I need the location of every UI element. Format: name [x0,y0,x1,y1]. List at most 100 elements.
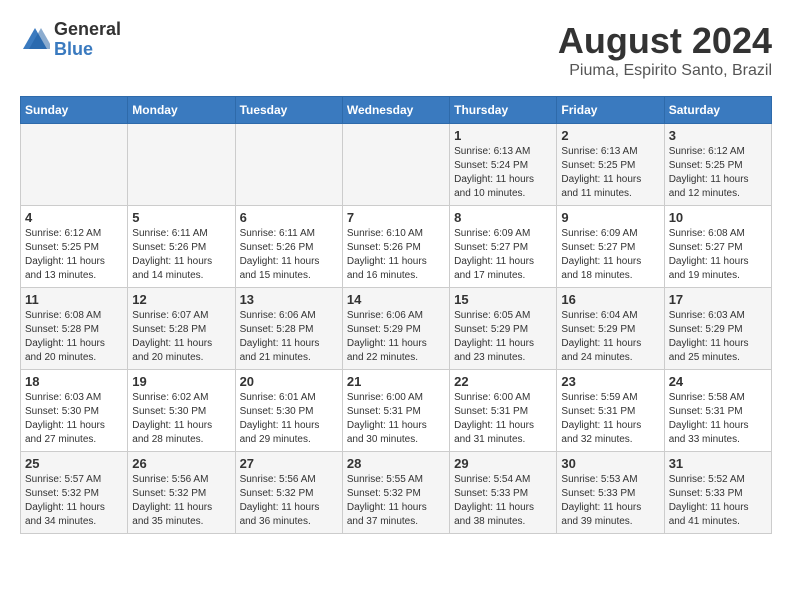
day-info: Sunrise: 5:57 AM Sunset: 5:32 PM Dayligh… [25,473,123,529]
day-number: 25 [25,456,123,471]
page-header: General Blue August 2024 Piuma, Espirito… [20,20,772,80]
day-info: Sunrise: 6:06 AM Sunset: 5:28 PM Dayligh… [240,309,338,365]
calendar-cell: 14 Sunrise: 6:06 AM Sunset: 5:29 PM Dayli… [342,288,449,370]
calendar-cell: 25 Sunrise: 5:57 AM Sunset: 5:32 PM Dayli… [21,452,128,534]
day-number: 17 [669,292,767,307]
day-info: Sunrise: 6:08 AM Sunset: 5:28 PM Dayligh… [25,309,123,365]
day-number: 30 [561,456,659,471]
day-info: Sunrise: 5:53 AM Sunset: 5:33 PM Dayligh… [561,473,659,529]
calendar-cell: 19 Sunrise: 6:02 AM Sunset: 5:30 PM Dayli… [128,370,235,452]
day-number: 5 [132,210,230,225]
header-cell-monday: Monday [128,97,235,124]
day-number: 23 [561,374,659,389]
day-info: Sunrise: 6:01 AM Sunset: 5:30 PM Dayligh… [240,391,338,447]
logo: General Blue [20,20,121,60]
calendar-cell: 31 Sunrise: 5:52 AM Sunset: 5:33 PM Dayli… [664,452,771,534]
header-cell-wednesday: Wednesday [342,97,449,124]
day-number: 8 [454,210,552,225]
calendar-cell [128,124,235,206]
day-number: 21 [347,374,445,389]
week-row-0: 1 Sunrise: 6:13 AM Sunset: 5:24 PM Daylig… [21,124,772,206]
calendar-cell: 15 Sunrise: 6:05 AM Sunset: 5:29 PM Dayli… [450,288,557,370]
calendar-cell: 18 Sunrise: 6:03 AM Sunset: 5:30 PM Dayli… [21,370,128,452]
calendar-cell: 5Sunrise: 6:11 AM Sunset: 5:26 PM Daylig… [128,206,235,288]
day-info: Sunrise: 6:13 AM Sunset: 5:24 PM Dayligh… [454,145,552,201]
calendar-cell: 22Sunrise: 6:00 AM Sunset: 5:31 PM Dayli… [450,370,557,452]
calendar-cell: 29 Sunrise: 5:54 AM Sunset: 5:33 PM Dayli… [450,452,557,534]
calendar-cell: 1 Sunrise: 6:13 AM Sunset: 5:24 PM Daylig… [450,124,557,206]
day-number: 11 [25,292,123,307]
day-number: 6 [240,210,338,225]
day-number: 28 [347,456,445,471]
logo-text: General Blue [54,20,121,60]
calendar-cell: 26 Sunrise: 5:56 AM Sunset: 5:32 PM Dayli… [128,452,235,534]
day-info: Sunrise: 5:56 AM Sunset: 5:32 PM Dayligh… [132,473,230,529]
week-row-2: 11 Sunrise: 6:08 AM Sunset: 5:28 PM Dayli… [21,288,772,370]
day-info: Sunrise: 6:03 AM Sunset: 5:30 PM Dayligh… [25,391,123,447]
day-number: 18 [25,374,123,389]
day-number: 9 [561,210,659,225]
day-info: Sunrise: 5:58 AM Sunset: 5:31 PM Dayligh… [669,391,767,447]
calendar-cell: 20 Sunrise: 6:01 AM Sunset: 5:30 PM Dayli… [235,370,342,452]
day-number: 15 [454,292,552,307]
week-row-3: 18 Sunrise: 6:03 AM Sunset: 5:30 PM Dayli… [21,370,772,452]
calendar-cell: 27 Sunrise: 5:56 AM Sunset: 5:32 PM Dayli… [235,452,342,534]
logo-icon [20,25,50,55]
day-info: Sunrise: 6:11 AM Sunset: 5:26 PM Dayligh… [240,227,338,283]
day-info: Sunrise: 5:56 AM Sunset: 5:32 PM Dayligh… [240,473,338,529]
calendar-cell: 21 Sunrise: 6:00 AM Sunset: 5:31 PM Dayli… [342,370,449,452]
day-info: Sunrise: 5:55 AM Sunset: 5:32 PM Dayligh… [347,473,445,529]
calendar-table: SundayMondayTuesdayWednesdayThursdayFrid… [20,96,772,534]
header-cell-tuesday: Tuesday [235,97,342,124]
day-info: Sunrise: 6:04 AM Sunset: 5:29 PM Dayligh… [561,309,659,365]
day-number: 13 [240,292,338,307]
calendar-cell: 23Sunrise: 5:59 AM Sunset: 5:31 PM Dayli… [557,370,664,452]
day-info: Sunrise: 6:12 AM Sunset: 5:25 PM Dayligh… [25,227,123,283]
day-info: Sunrise: 6:03 AM Sunset: 5:29 PM Dayligh… [669,309,767,365]
header-row: SundayMondayTuesdayWednesdayThursdayFrid… [21,97,772,124]
day-info: Sunrise: 6:00 AM Sunset: 5:31 PM Dayligh… [347,391,445,447]
day-number: 29 [454,456,552,471]
day-number: 4 [25,210,123,225]
day-number: 2 [561,128,659,143]
calendar-cell: 4 Sunrise: 6:12 AM Sunset: 5:25 PM Daylig… [21,206,128,288]
calendar-cell: 6 Sunrise: 6:11 AM Sunset: 5:26 PM Daylig… [235,206,342,288]
calendar-cell: 24 Sunrise: 5:58 AM Sunset: 5:31 PM Dayli… [664,370,771,452]
calendar-cell: 16 Sunrise: 6:04 AM Sunset: 5:29 PM Dayli… [557,288,664,370]
day-number: 24 [669,374,767,389]
day-info: Sunrise: 6:02 AM Sunset: 5:30 PM Dayligh… [132,391,230,447]
day-info: Sunrise: 6:06 AM Sunset: 5:29 PM Dayligh… [347,309,445,365]
day-info: Sunrise: 6:09 AM Sunset: 5:27 PM Dayligh… [454,227,552,283]
day-info: Sunrise: 6:08 AM Sunset: 5:27 PM Dayligh… [669,227,767,283]
day-info: Sunrise: 6:07 AM Sunset: 5:28 PM Dayligh… [132,309,230,365]
calendar-cell [235,124,342,206]
calendar-cell [21,124,128,206]
day-info: Sunrise: 5:52 AM Sunset: 5:33 PM Dayligh… [669,473,767,529]
day-number: 20 [240,374,338,389]
day-number: 31 [669,456,767,471]
day-number: 19 [132,374,230,389]
calendar-cell: 11 Sunrise: 6:08 AM Sunset: 5:28 PM Dayli… [21,288,128,370]
day-info: Sunrise: 5:54 AM Sunset: 5:33 PM Dayligh… [454,473,552,529]
calendar-cell: 13 Sunrise: 6:06 AM Sunset: 5:28 PM Dayli… [235,288,342,370]
main-title: August 2024 [558,20,772,62]
day-number: 26 [132,456,230,471]
calendar-cell: 2 Sunrise: 6:13 AM Sunset: 5:25 PM Daylig… [557,124,664,206]
day-number: 10 [669,210,767,225]
day-number: 1 [454,128,552,143]
day-number: 16 [561,292,659,307]
day-number: 14 [347,292,445,307]
subtitle: Piuma, Espirito Santo, Brazil [558,62,772,80]
day-info: Sunrise: 6:05 AM Sunset: 5:29 PM Dayligh… [454,309,552,365]
day-info: Sunrise: 6:13 AM Sunset: 5:25 PM Dayligh… [561,145,659,201]
calendar-cell: 7Sunrise: 6:10 AM Sunset: 5:26 PM Daylig… [342,206,449,288]
day-info: Sunrise: 6:10 AM Sunset: 5:26 PM Dayligh… [347,227,445,283]
week-row-4: 25 Sunrise: 5:57 AM Sunset: 5:32 PM Dayli… [21,452,772,534]
header-cell-saturday: Saturday [664,97,771,124]
day-number: 27 [240,456,338,471]
title-block: August 2024 Piuma, Espirito Santo, Brazi… [558,20,772,80]
header-cell-sunday: Sunday [21,97,128,124]
calendar-cell: 9Sunrise: 6:09 AM Sunset: 5:27 PM Daylig… [557,206,664,288]
day-info: Sunrise: 6:00 AM Sunset: 5:31 PM Dayligh… [454,391,552,447]
day-number: 12 [132,292,230,307]
